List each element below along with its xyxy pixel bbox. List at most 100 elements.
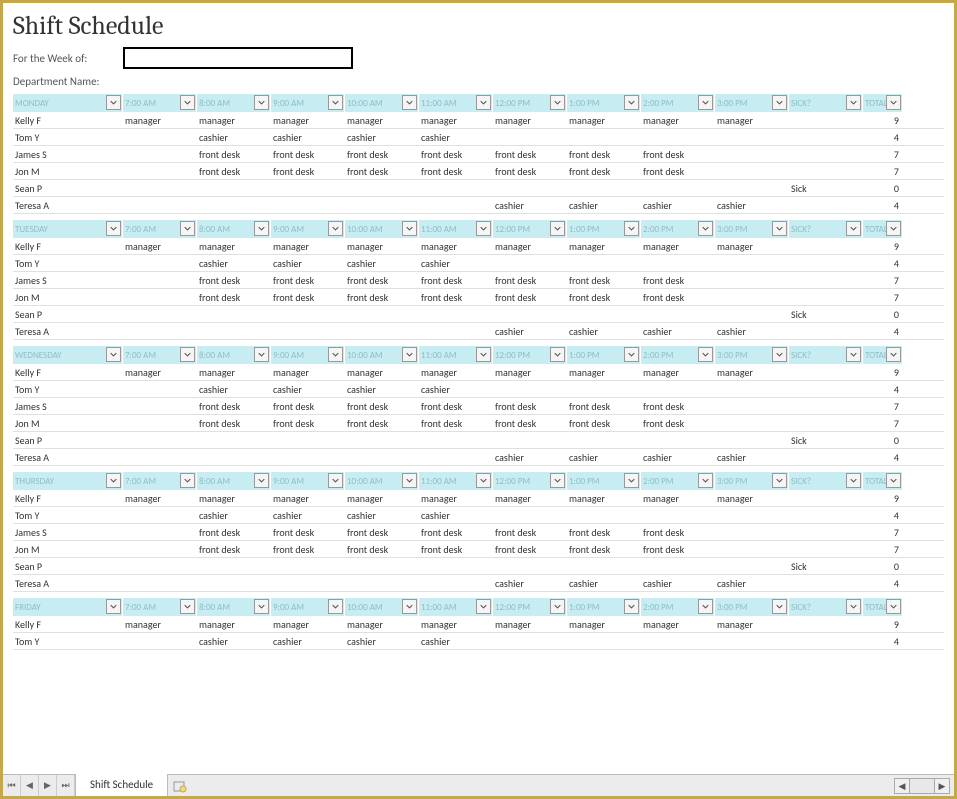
shift-cell[interactable] — [789, 272, 863, 288]
time-header[interactable]: 7:00 AM — [123, 472, 197, 490]
time-header[interactable]: 1:00 PM — [567, 94, 641, 112]
shift-cell[interactable]: cashier — [715, 575, 789, 591]
filter-dropdown-icon[interactable] — [180, 221, 195, 236]
shift-cell[interactable] — [715, 272, 789, 288]
total-cell[interactable]: 4 — [863, 197, 903, 213]
shift-cell[interactable] — [123, 255, 197, 271]
shift-cell[interactable] — [123, 415, 197, 431]
time-header[interactable]: 8:00 AM — [197, 220, 271, 238]
time-header[interactable]: SICK? — [789, 220, 863, 238]
shift-cell[interactable] — [567, 306, 641, 322]
filter-dropdown-icon[interactable] — [550, 347, 565, 362]
shift-cell[interactable]: cashier — [419, 255, 493, 271]
shift-cell[interactable] — [345, 197, 419, 213]
employee-name-cell[interactable]: Kelly F — [13, 238, 123, 254]
filter-dropdown-icon[interactable] — [550, 221, 565, 236]
filter-dropdown-icon[interactable] — [254, 221, 269, 236]
shift-cell[interactable]: manager — [271, 364, 345, 380]
shift-cell[interactable] — [789, 507, 863, 523]
time-header[interactable]: 2:00 PM — [641, 94, 715, 112]
time-header[interactable]: 1:00 PM — [567, 346, 641, 364]
shift-cell[interactable] — [715, 180, 789, 196]
shift-cell[interactable]: front desk — [271, 524, 345, 540]
time-header[interactable]: 10:00 AM — [345, 472, 419, 490]
shift-cell[interactable] — [345, 323, 419, 339]
filter-dropdown-icon[interactable] — [254, 347, 269, 362]
shift-cell[interactable] — [715, 163, 789, 179]
shift-cell[interactable]: cashier — [715, 449, 789, 465]
time-header[interactable]: 2:00 PM — [641, 598, 715, 616]
time-header[interactable]: 9:00 AM — [271, 472, 345, 490]
shift-cell[interactable] — [789, 616, 863, 632]
shift-cell[interactable]: cashier — [567, 197, 641, 213]
filter-dropdown-icon[interactable] — [550, 95, 565, 110]
filter-dropdown-icon[interactable] — [886, 221, 901, 236]
total-cell[interactable]: 7 — [863, 541, 903, 557]
shift-cell[interactable]: front desk — [567, 398, 641, 414]
shift-cell[interactable]: front desk — [419, 272, 493, 288]
shift-cell[interactable] — [123, 306, 197, 322]
shift-cell[interactable] — [493, 633, 567, 649]
shift-cell[interactable] — [715, 541, 789, 557]
employee-name-cell[interactable]: Jon M — [13, 163, 123, 179]
shift-cell[interactable]: manager — [641, 490, 715, 506]
shift-cell[interactable]: manager — [419, 616, 493, 632]
filter-dropdown-icon[interactable] — [106, 221, 121, 236]
shift-cell[interactable] — [715, 524, 789, 540]
filter-dropdown-icon[interactable] — [698, 347, 713, 362]
total-cell[interactable]: 9 — [863, 490, 903, 506]
shift-cell[interactable]: front desk — [493, 272, 567, 288]
shift-cell[interactable] — [493, 255, 567, 271]
time-header[interactable]: 10:00 AM — [345, 220, 419, 238]
shift-cell[interactable] — [197, 449, 271, 465]
filter-dropdown-icon[interactable] — [106, 347, 121, 362]
hscroll-left[interactable]: ◀ — [894, 778, 910, 794]
shift-cell[interactable]: front desk — [419, 524, 493, 540]
filter-dropdown-icon[interactable] — [476, 347, 491, 362]
shift-cell[interactable] — [789, 197, 863, 213]
shift-cell[interactable] — [789, 524, 863, 540]
week-input[interactable] — [123, 47, 353, 69]
shift-cell[interactable]: manager — [345, 490, 419, 506]
shift-cell[interactable]: manager — [641, 616, 715, 632]
shift-cell[interactable] — [789, 323, 863, 339]
shift-cell[interactable] — [197, 323, 271, 339]
shift-cell[interactable] — [197, 306, 271, 322]
shift-cell[interactable]: cashier — [271, 255, 345, 271]
time-header[interactable]: 11:00 AM — [419, 220, 493, 238]
shift-cell[interactable] — [567, 633, 641, 649]
shift-cell[interactable] — [641, 180, 715, 196]
shift-cell[interactable]: cashier — [419, 129, 493, 145]
shift-cell[interactable]: manager — [715, 238, 789, 254]
time-header[interactable]: 3:00 PM — [715, 598, 789, 616]
total-cell[interactable]: 4 — [863, 449, 903, 465]
shift-cell[interactable] — [789, 129, 863, 145]
shift-cell[interactable]: front desk — [419, 289, 493, 305]
total-cell[interactable]: 4 — [863, 633, 903, 649]
shift-cell[interactable]: front desk — [567, 163, 641, 179]
shift-cell[interactable]: manager — [419, 364, 493, 380]
filter-dropdown-icon[interactable] — [886, 599, 901, 614]
filter-dropdown-icon[interactable] — [476, 221, 491, 236]
shift-cell[interactable] — [419, 323, 493, 339]
total-cell[interactable]: 9 — [863, 364, 903, 380]
filter-dropdown-icon[interactable] — [180, 347, 195, 362]
time-header[interactable]: 10:00 AM — [345, 598, 419, 616]
shift-cell[interactable]: manager — [715, 364, 789, 380]
shift-cell[interactable] — [123, 197, 197, 213]
day-header[interactable]: FRIDAY — [13, 598, 123, 616]
shift-cell[interactable]: manager — [197, 112, 271, 128]
shift-cell[interactable] — [715, 306, 789, 322]
shift-cell[interactable]: manager — [567, 616, 641, 632]
shift-cell[interactable] — [567, 129, 641, 145]
filter-dropdown-icon[interactable] — [254, 95, 269, 110]
shift-cell[interactable]: front desk — [271, 163, 345, 179]
time-header[interactable]: 7:00 AM — [123, 346, 197, 364]
employee-name-cell[interactable]: Tom Y — [13, 633, 123, 649]
shift-cell[interactable] — [641, 129, 715, 145]
shift-cell[interactable] — [123, 541, 197, 557]
shift-cell[interactable]: front desk — [419, 541, 493, 557]
shift-cell[interactable] — [641, 432, 715, 448]
time-header[interactable]: 8:00 AM — [197, 94, 271, 112]
shift-cell[interactable]: manager — [715, 490, 789, 506]
